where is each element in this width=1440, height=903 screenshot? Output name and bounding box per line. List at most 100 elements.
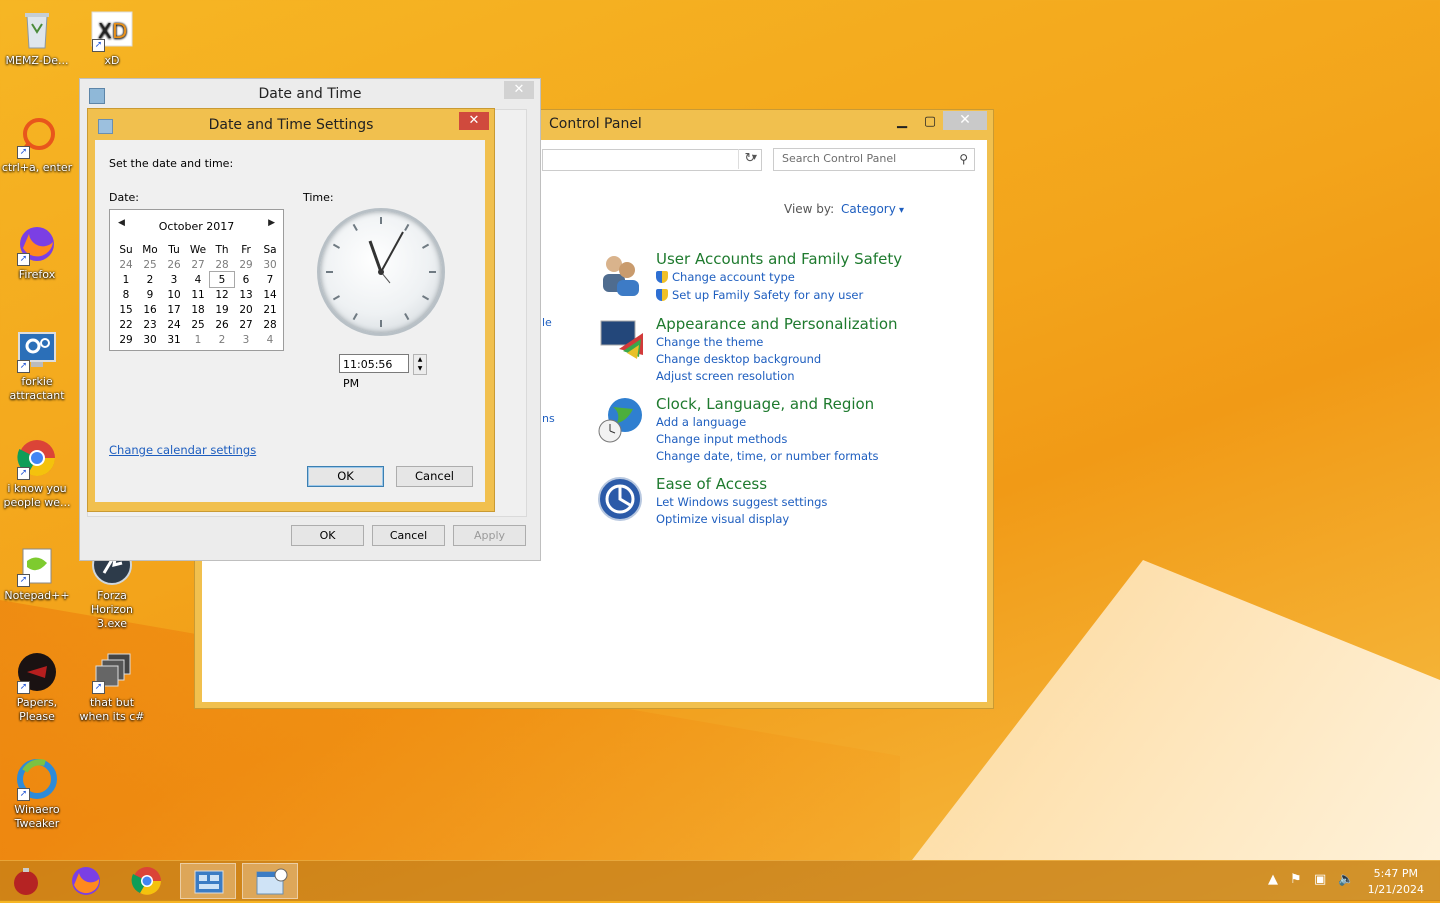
change-formats-link[interactable]: Change date, time, or number formats xyxy=(656,449,879,463)
month-label[interactable]: October 2017 xyxy=(110,220,283,233)
calendar-day[interactable]: 9 xyxy=(138,287,162,302)
calendar-day[interactable]: 2 xyxy=(210,332,234,347)
calendar-day[interactable]: 24 xyxy=(114,257,138,272)
adjust-resolution-link[interactable]: Adjust screen resolution xyxy=(656,369,795,383)
show-hidden-icons-button[interactable]: ▲ xyxy=(1268,872,1278,887)
optimize-display-link[interactable]: Optimize visual display xyxy=(656,512,789,526)
desktop-icon-notepadpp[interactable]: ➚ Notepad++ xyxy=(0,543,74,603)
calendar-day[interactable]: 26 xyxy=(210,317,234,332)
calendar-day[interactable]: 24 xyxy=(162,317,186,332)
view-by-dropdown[interactable]: Category xyxy=(841,202,904,216)
category-title[interactable]: Clock, Language, and Region xyxy=(656,395,874,413)
calendar-day[interactable]: 8 xyxy=(114,287,138,302)
search-icon[interactable]: ⚲ xyxy=(959,152,968,166)
refresh-button[interactable]: ↻ xyxy=(738,149,761,169)
taskbar-date-time[interactable] xyxy=(242,863,298,899)
maximize-button[interactable]: ▢ xyxy=(917,113,943,130)
close-button[interactable]: ✕ xyxy=(504,81,534,99)
calendar-day[interactable]: 3 xyxy=(234,332,258,347)
calendar-day[interactable]: 26 xyxy=(162,257,186,272)
address-bar[interactable]: ▾ xyxy=(542,149,762,171)
desktop-icon-papers-please[interactable]: ➚ Papers, Please xyxy=(0,650,74,724)
volume-muted-icon[interactable]: 🔈 xyxy=(1338,872,1354,887)
calendar-day[interactable]: 28 xyxy=(210,257,234,272)
calendar-day[interactable]: 7 xyxy=(258,272,282,287)
desktop-icon-memz[interactable]: MEMZ-De... xyxy=(0,8,74,68)
calendar-day[interactable]: 13 xyxy=(234,287,258,302)
next-month-button[interactable]: ▶ xyxy=(268,218,275,228)
calendar-day[interactable]: 30 xyxy=(258,257,282,272)
link-text[interactable]: Set up Family Safety for any user xyxy=(672,288,863,302)
change-account-type-link[interactable]: Change account type xyxy=(656,270,795,284)
taskbar-control-panel[interactable] xyxy=(180,863,236,899)
close-button[interactable]: ✕ xyxy=(943,111,987,130)
desktop-icon-xd[interactable]: XD ➚ xD xyxy=(75,8,149,68)
category-title[interactable]: User Accounts and Family Safety xyxy=(656,250,902,268)
calendar-day[interactable]: 22 xyxy=(114,317,138,332)
calendar-day[interactable]: 27 xyxy=(234,317,258,332)
calendar-day[interactable]: 15 xyxy=(114,302,138,317)
desktop-icon-that-but[interactable]: ➚ that but when its c# xyxy=(75,650,149,724)
minimize-button[interactable]: ▁ xyxy=(889,113,915,130)
calendar-day[interactable]: 1 xyxy=(186,332,210,347)
calendar-day-selected[interactable]: 5 xyxy=(209,271,235,288)
calendar-day[interactable]: 11 xyxy=(186,287,210,302)
desktop-icon-chrome[interactable]: ➚ i know you people we... xyxy=(0,436,74,510)
taskbar-firefox[interactable] xyxy=(58,863,114,899)
calendar-day[interactable]: 10 xyxy=(162,287,186,302)
link-text[interactable]: Change account type xyxy=(672,270,795,284)
calendar-day[interactable]: 25 xyxy=(138,257,162,272)
action-center-flag-icon[interactable]: ⚑ xyxy=(1290,872,1302,887)
calendar-day[interactable]: 29 xyxy=(234,257,258,272)
category-title[interactable]: Appearance and Personalization xyxy=(656,315,898,333)
calendar-day[interactable]: 6 xyxy=(234,272,258,287)
calendar-day[interactable]: 14 xyxy=(258,287,282,302)
apply-button[interactable]: Apply xyxy=(453,525,526,546)
time-input[interactable]: 11:05:56 PM xyxy=(339,354,409,390)
calendar-day[interactable]: 30 xyxy=(138,332,162,347)
calendar-day[interactable]: 23 xyxy=(138,317,162,332)
system-clock[interactable]: 5:47 PM 1/21/2024 xyxy=(1368,866,1424,898)
calendar-day[interactable]: 21 xyxy=(258,302,282,317)
windows-suggest-link[interactable]: Let Windows suggest settings xyxy=(656,495,827,509)
change-theme-link[interactable]: Change the theme xyxy=(656,335,763,349)
calendar-day[interactable]: 20 xyxy=(234,302,258,317)
calendar-day[interactable]: 31 xyxy=(162,332,186,347)
calendar-day[interactable]: 2 xyxy=(138,272,162,287)
time-spinner[interactable]: ▲ ▼ xyxy=(413,354,427,375)
desktop-icon-forkie[interactable]: ➚ forkie attractant xyxy=(0,329,74,403)
network-icon[interactable]: ▣ xyxy=(1314,872,1326,887)
calendar-day[interactable]: 25 xyxy=(186,317,210,332)
calendar-day[interactable]: 18 xyxy=(186,302,210,317)
calendar-day[interactable]: 28 xyxy=(258,317,282,332)
calendar-day[interactable]: 16 xyxy=(138,302,162,317)
calendar-day[interactable]: 12 xyxy=(210,287,234,302)
calendar-day[interactable]: 4 xyxy=(258,332,282,347)
calendar[interactable]: ◀ October 2017 ▶ Su Mo Tu We Th Fr Sa 24… xyxy=(109,209,284,351)
calendar-day[interactable]: 17 xyxy=(162,302,186,317)
family-safety-link[interactable]: Set up Family Safety for any user xyxy=(656,288,863,302)
add-language-link[interactable]: Add a language xyxy=(656,415,746,429)
calendar-day[interactable]: 27 xyxy=(186,257,210,272)
category-title[interactable]: Ease of Access xyxy=(656,475,767,493)
change-background-link[interactable]: Change desktop background xyxy=(656,352,821,366)
spin-up-icon[interactable]: ▲ xyxy=(414,355,426,364)
search-input[interactable]: Search Control Panel ⚲ xyxy=(773,148,975,171)
desktop-icon-winaero[interactable]: ➚ Winaero Tweaker xyxy=(0,757,74,831)
ok-button[interactable]: OK xyxy=(291,525,364,546)
calendar-day[interactable]: 19 xyxy=(210,302,234,317)
cancel-button[interactable]: Cancel xyxy=(396,466,473,487)
cancel-button[interactable]: Cancel xyxy=(372,525,445,546)
spin-down-icon[interactable]: ▼ xyxy=(414,364,426,373)
calendar-day[interactable]: 29 xyxy=(114,332,138,347)
desktop-icon-firefox[interactable]: ➚ Firefox xyxy=(0,222,74,282)
change-calendar-settings-link[interactable]: Change calendar settings xyxy=(109,443,256,457)
calendar-day[interactable]: 4 xyxy=(186,272,210,287)
taskbar-chrome[interactable] xyxy=(119,863,175,899)
taskbar-app-ornament[interactable] xyxy=(0,863,56,899)
calendar-day[interactable]: 3 xyxy=(162,272,186,287)
desktop-icon-ctrl-a[interactable]: ➚ ctrl+a, enter xyxy=(0,115,74,175)
calendar-day[interactable]: 1 xyxy=(114,272,138,287)
close-button[interactable]: ✕ xyxy=(459,112,489,130)
ok-button[interactable]: OK xyxy=(307,466,384,487)
